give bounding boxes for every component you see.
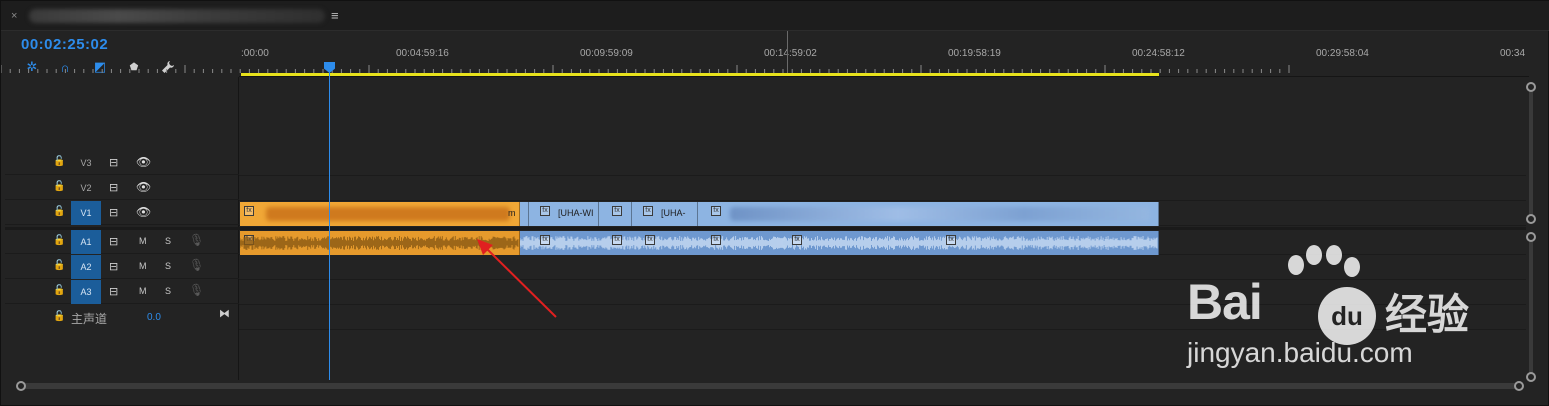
track-target-a2[interactable]: A2 (71, 255, 101, 279)
audio-vertical-scrollbar[interactable] (1529, 237, 1533, 377)
annotation-arrow (477, 239, 557, 318)
track-target-v1[interactable]: V1 (71, 201, 101, 225)
watermark-word: Bai (1187, 274, 1263, 330)
redacted-clip-name (730, 207, 1150, 221)
sync-lock-icon[interactable]: ⊟ (109, 206, 118, 219)
fx-icon: fx (612, 206, 622, 216)
track-header-a1: 🔓 A1 ⊟ M S 🎙 (5, 230, 239, 254)
go-to-in-out-icon[interactable]: ⧓ (219, 307, 230, 320)
fx-icon: fx (792, 235, 802, 245)
mute-button[interactable]: M (139, 236, 147, 246)
ruler-marker-line (787, 31, 788, 73)
timeline-panel: × ≡ 00:02:25:02 ✲ ∩ ◩ ⬟ :00:00 00:04:59:… (0, 0, 1549, 406)
fx-icon: fx (612, 235, 622, 245)
track-header-v1: 🔓 V1 ⊟ 👁 (5, 201, 239, 225)
lock-icon[interactable]: 🔓 (53, 206, 65, 217)
audio-clip[interactable]: fx fx fx fx fx fx (520, 231, 1159, 255)
track-target-v3[interactable]: V3 (71, 151, 101, 175)
track-target-v2[interactable]: V2 (71, 176, 101, 200)
sync-lock-icon[interactable]: ⊟ (109, 285, 118, 298)
eye-icon[interactable]: 👁 (136, 180, 151, 194)
sync-lock-icon[interactable]: ⊟ (109, 181, 118, 194)
video-clip[interactable]: fx m (240, 202, 520, 226)
sync-lock-icon[interactable]: ⊟ (109, 260, 118, 273)
lock-icon[interactable]: 🔓 (53, 311, 65, 322)
ruler-label: :00:00 (241, 48, 269, 59)
clip-title: [UHA- (661, 208, 686, 218)
video-clip[interactable]: fx [UHA- (632, 202, 698, 226)
track-target-a3[interactable]: A3 (71, 280, 101, 304)
fx-icon: fx (645, 235, 655, 245)
fx-icon: fx (540, 206, 550, 216)
scroll-knob[interactable] (1514, 381, 1524, 391)
mute-button[interactable]: M (139, 261, 147, 271)
lock-icon[interactable]: 🔓 (53, 235, 65, 246)
paw-toe (1288, 255, 1304, 275)
ruler-divider (239, 76, 1529, 77)
scroll-knob[interactable] (1526, 214, 1536, 224)
playhead-line[interactable] (329, 71, 330, 380)
panel-menu-icon[interactable]: ≡ (331, 8, 339, 23)
fx-icon: fx (244, 206, 254, 216)
redacted-clip-name (266, 207, 510, 221)
track-header-v2: 🔓 V2 ⊟ 👁 (5, 176, 239, 200)
fx-icon: fx (643, 206, 653, 216)
sync-lock-icon[interactable]: ⊟ (109, 235, 118, 248)
master-track-label: 主声道 (71, 312, 108, 326)
sequence-tab-title[interactable] (29, 9, 325, 23)
scroll-knob[interactable] (16, 381, 26, 391)
video-clip[interactable] (520, 202, 529, 226)
playhead-timecode[interactable]: 00:02:25:02 (21, 36, 108, 53)
microphone-icon[interactable]: 🎙 (189, 283, 204, 297)
ruler-label: 00:04:59:16 (396, 48, 449, 59)
eye-icon[interactable]: 👁 (136, 155, 151, 169)
solo-button[interactable]: S (165, 286, 171, 296)
lock-icon[interactable]: 🔓 (53, 181, 65, 192)
fx-icon: fx (711, 235, 721, 245)
track-header-a3: 🔓 A3 ⊟ M S 🎙 (5, 280, 239, 304)
paw-toe (1326, 245, 1342, 265)
ruler-label: 00:29:58:04 (1316, 48, 1369, 59)
track-lane-v2[interactable] (239, 176, 1526, 201)
paw-toe (1344, 257, 1360, 277)
video-vertical-scrollbar[interactable] (1529, 87, 1533, 219)
track-header-v3: 🔓 V3 ⊟ 👁 (5, 151, 239, 175)
solo-button[interactable]: S (165, 261, 171, 271)
ruler-label: 00:09:59:09 (580, 48, 633, 59)
scroll-knob[interactable] (1526, 232, 1536, 242)
scroll-knob[interactable] (1526, 82, 1536, 92)
sync-lock-icon[interactable]: ⊟ (109, 156, 118, 169)
timeline-tab-bar: × ≡ (1, 1, 1549, 31)
track-target-a1[interactable]: A1 (71, 230, 101, 254)
microphone-icon[interactable]: 🎙 (189, 233, 204, 247)
horizontal-zoom-scrollbar[interactable] (21, 383, 1521, 389)
master-volume-value[interactable]: 0.0 (147, 312, 161, 323)
eye-icon[interactable]: 👁 (136, 205, 151, 219)
lock-icon[interactable]: 🔓 (53, 156, 65, 167)
lock-icon[interactable]: 🔓 (53, 260, 65, 271)
video-clip[interactable]: fx (599, 202, 632, 226)
mute-button[interactable]: M (139, 286, 147, 296)
paw-toe (1306, 245, 1322, 265)
ruler-label: 00:34 (1500, 48, 1526, 59)
track-lane-v3[interactable] (239, 151, 1526, 176)
track-header-a2: 🔓 A2 ⊟ M S 🎙 (5, 255, 239, 279)
watermark-cn: 经验 (1385, 290, 1470, 339)
ruler-label: 00:19:58:19 (948, 48, 1001, 59)
clip-title: m (508, 208, 516, 218)
ruler-ticks (1, 65, 1290, 73)
ruler-label: 00:14:59:02 (764, 48, 817, 59)
lock-icon[interactable]: 🔓 (53, 285, 65, 296)
solo-button[interactable]: S (165, 236, 171, 246)
scroll-knob[interactable] (1526, 372, 1536, 382)
watermark-url: jingyan.baidu.com (1187, 337, 1413, 368)
ruler-label: 00:24:58:12 (1132, 48, 1185, 59)
fx-icon: fx (946, 235, 956, 245)
fx-icon: fx (711, 206, 721, 216)
video-clip[interactable]: fx (698, 202, 1159, 226)
microphone-icon[interactable]: 🎙 (189, 258, 204, 272)
tab-close-icon[interactable]: × (11, 10, 17, 22)
video-clip[interactable]: fx [UHA-WI (529, 202, 599, 226)
clip-title: [UHA-WI (558, 208, 594, 218)
